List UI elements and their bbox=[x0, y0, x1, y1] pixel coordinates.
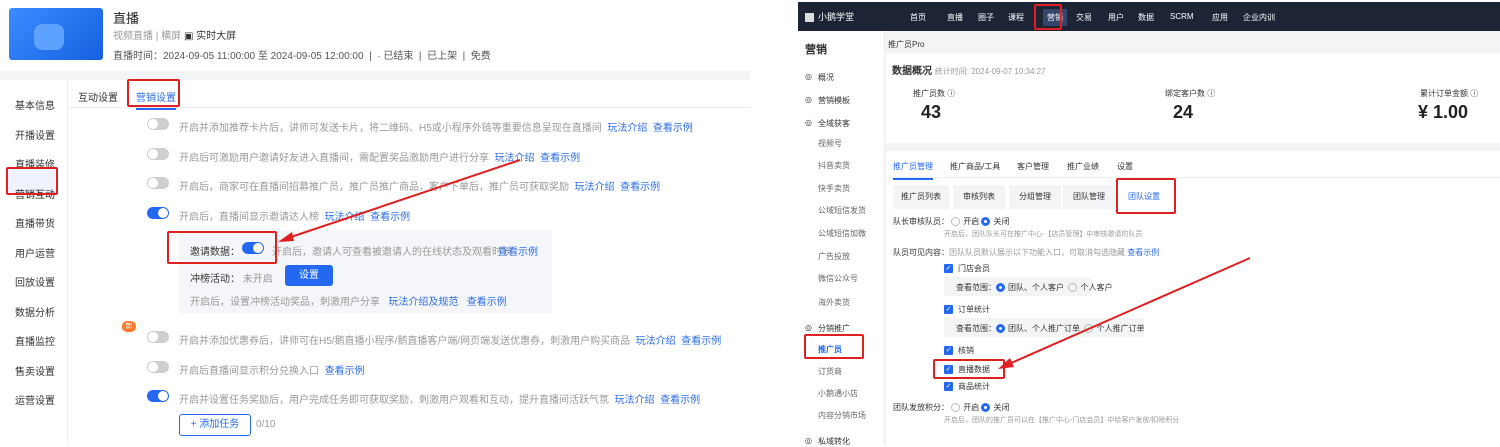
annotation-arrows bbox=[278, 159, 1251, 369]
